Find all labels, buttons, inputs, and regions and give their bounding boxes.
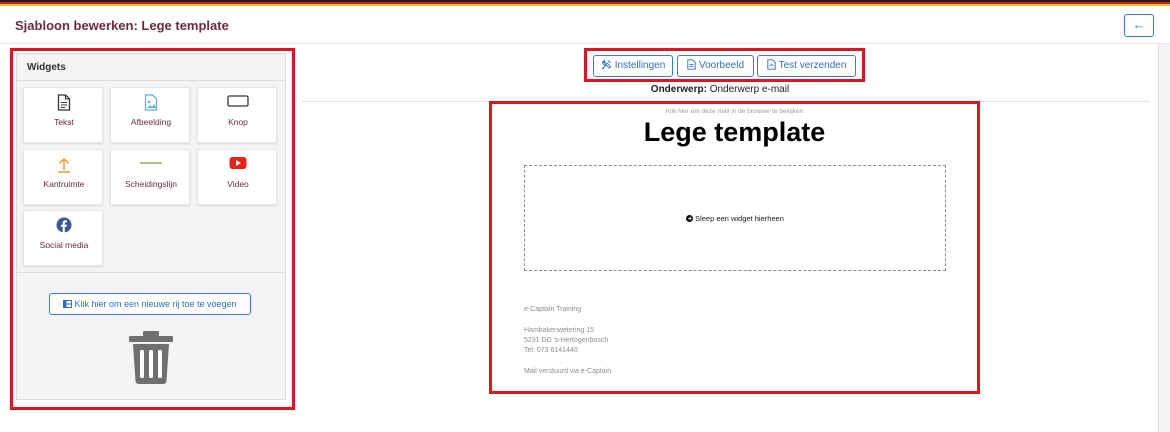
rows-icon — [63, 300, 73, 308]
widget-label: Social media — [39, 240, 89, 250]
email-title[interactable]: Lege template — [489, 117, 980, 148]
youtube-icon — [198, 156, 278, 174]
widget-dropzone[interactable]: Sleep een widget hierheen — [524, 165, 946, 271]
document-send-icon — [766, 59, 776, 70]
subject-label: Onderwerp: — [650, 84, 707, 95]
widget-label: Video — [227, 179, 249, 189]
widget-label: Scheidingslijn — [125, 179, 177, 189]
browser-view-link[interactable]: Klik hier om deze mail in de browser te … — [489, 108, 980, 115]
widget-label: Tekst — [54, 117, 74, 127]
button-icon — [198, 94, 278, 112]
preview-label: Voorbeeld — [698, 60, 745, 71]
scrollbar[interactable] — [1158, 44, 1170, 432]
tools-icon — [601, 59, 612, 69]
arrow-up-icon — [24, 156, 104, 174]
widget-tekst[interactable]: Tekst — [23, 87, 103, 143]
footer-street: Hambakenwetering 15 — [524, 327, 595, 334]
dropzone-text: Sleep een widget hierheen — [695, 214, 784, 223]
facebook-icon — [24, 217, 104, 235]
add-row-button[interactable]: Klik hier om een nieuwe rij toe te voege… — [49, 293, 251, 315]
test-send-label: Test verzenden — [778, 60, 847, 71]
widget-social-media[interactable]: Social media — [23, 210, 103, 266]
footer-city: 5231 DD 's-Hertogenbosch — [524, 337, 609, 344]
subject-line: Onderwerp: Onderwerp e-mail — [560, 84, 880, 95]
footer-company: e-Captain Training — [524, 306, 582, 313]
image-icon — [111, 94, 191, 112]
page-header: Sjabloon bewerken: Lege template ← — [0, 6, 1170, 44]
widgets-panel: Widgets Tekst Afbeelding Knop Kantruimte… — [16, 53, 286, 400]
widget-kantruimte[interactable]: Kantruimte — [23, 149, 103, 205]
back-button[interactable]: ← — [1124, 14, 1154, 37]
preview-button[interactable]: Voorbeeld — [677, 55, 754, 77]
arrow-left-icon: ← — [1132, 17, 1146, 32]
widget-scheidingslijn[interactable]: Scheidingslijn — [110, 149, 190, 205]
arrow-right-circle-icon — [686, 215, 694, 222]
widget-label: Knop — [228, 117, 248, 127]
add-row-label: Klik hier om een nieuwe rij toe te voege… — [74, 299, 237, 309]
document-text-icon — [24, 94, 104, 112]
page-title: Sjabloon bewerken: Lege template — [15, 18, 229, 33]
widget-afbeelding[interactable]: Afbeelding — [110, 87, 190, 143]
settings-button[interactable]: Instellingen — [593, 55, 673, 77]
widget-knop[interactable]: Knop — [197, 87, 277, 143]
footer-sent-via: Mail verstuurd via e-Captain — [524, 368, 612, 375]
widget-label: Afbeelding — [130, 117, 172, 127]
document-icon — [687, 59, 696, 70]
footer-phone: Tel: 073 6141440 — [524, 347, 578, 354]
subject-value: Onderwerp e-mail — [709, 84, 790, 95]
widgets-title: Widgets — [27, 62, 66, 73]
widget-label: Kantruimte — [43, 179, 85, 189]
divider-line-icon — [111, 156, 191, 174]
settings-label: Instellingen — [614, 60, 666, 71]
trash-icon[interactable] — [128, 330, 174, 384]
test-send-button[interactable]: Test verzenden — [757, 55, 856, 77]
dropzone-hint: Sleep een widget hierheen — [525, 214, 945, 223]
rows-section: Klik hier om een nieuwe rij toe te voege… — [17, 272, 285, 399]
widget-video[interactable]: Video — [197, 149, 277, 205]
